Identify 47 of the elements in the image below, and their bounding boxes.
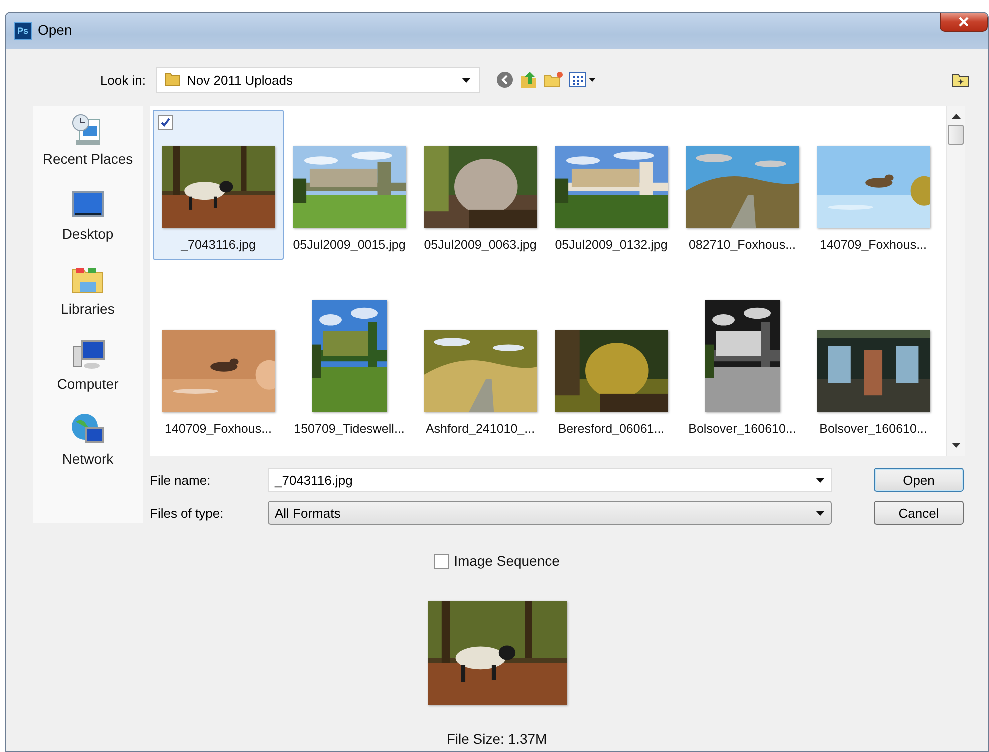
file-type-label: Files of type:: [150, 506, 225, 520]
place-item[interactable]: Computer: [57, 337, 119, 412]
place-item[interactable]: Network: [62, 412, 114, 487]
close-button[interactable]: [940, 13, 988, 32]
folder-star-icon[interactable]: [952, 72, 970, 88]
file-item[interactable]: Ashford_241010_...: [415, 294, 546, 444]
file-item[interactable]: 150709_Tideswell...: [284, 294, 415, 444]
scrollbar[interactable]: [946, 106, 965, 456]
look-in-label: Look in:: [99, 72, 146, 88]
app-icon: Ps: [14, 22, 32, 40]
file-item[interactable]: 140709_Foxhous...: [153, 294, 284, 444]
new-folder-icon[interactable]: [544, 70, 564, 90]
file-item[interactable]: 082710_Foxhous...: [677, 110, 808, 260]
file-size-label: File Size: 1.37M: [446, 731, 548, 747]
checkbox[interactable]: [158, 115, 173, 130]
scroll-thumb[interactable]: [948, 125, 964, 145]
file-name-label: File name:: [150, 472, 212, 488]
caret-icon: [816, 510, 825, 516]
cancel-button[interactable]: Cancel: [874, 501, 964, 525]
folder-icon: [165, 72, 181, 88]
file-item[interactable]: 140709_Foxhous...: [808, 110, 939, 260]
file-item[interactable]: Beresford_06061...: [546, 294, 677, 444]
up-folder-icon[interactable]: [519, 70, 539, 90]
file-item[interactable]: Bolsover_160610...: [808, 294, 939, 444]
caret-icon: [462, 78, 471, 82]
place-item[interactable]: Recent Places: [42, 112, 134, 187]
file-item[interactable]: Bolsover_160610...: [677, 294, 808, 444]
check-icon: [160, 117, 171, 128]
scroll-down-icon[interactable]: [952, 443, 960, 448]
open-button[interactable]: Open: [874, 468, 964, 492]
file-item[interactable]: 05Jul2009_0063.jpg: [415, 110, 546, 260]
file-type-dropdown[interactable]: All Formats: [268, 501, 832, 525]
close-icon: [959, 17, 969, 27]
file-item[interactable]: 05Jul2009_0132.jpg: [546, 110, 677, 260]
view-menu-icon[interactable]: [569, 72, 597, 88]
image-sequence-label: Image Sequence: [454, 553, 560, 569]
place-item[interactable]: Desktop: [62, 187, 114, 262]
caret-icon: [816, 478, 825, 482]
file-item[interactable]: _7043116.jpg: [153, 110, 284, 260]
file-name-field[interactable]: _7043116.jpg: [268, 468, 832, 492]
window-title: Open: [38, 22, 72, 38]
back-icon[interactable]: [496, 71, 514, 89]
file-item[interactable]: 05Jul2009_0015.jpg: [284, 110, 415, 260]
checkbox[interactable]: [434, 554, 450, 568]
scroll-up-icon[interactable]: [952, 114, 960, 119]
place-item[interactable]: Libraries: [61, 262, 115, 337]
look-in-dropdown[interactable]: Nov 2011 Uploads: [156, 67, 480, 93]
